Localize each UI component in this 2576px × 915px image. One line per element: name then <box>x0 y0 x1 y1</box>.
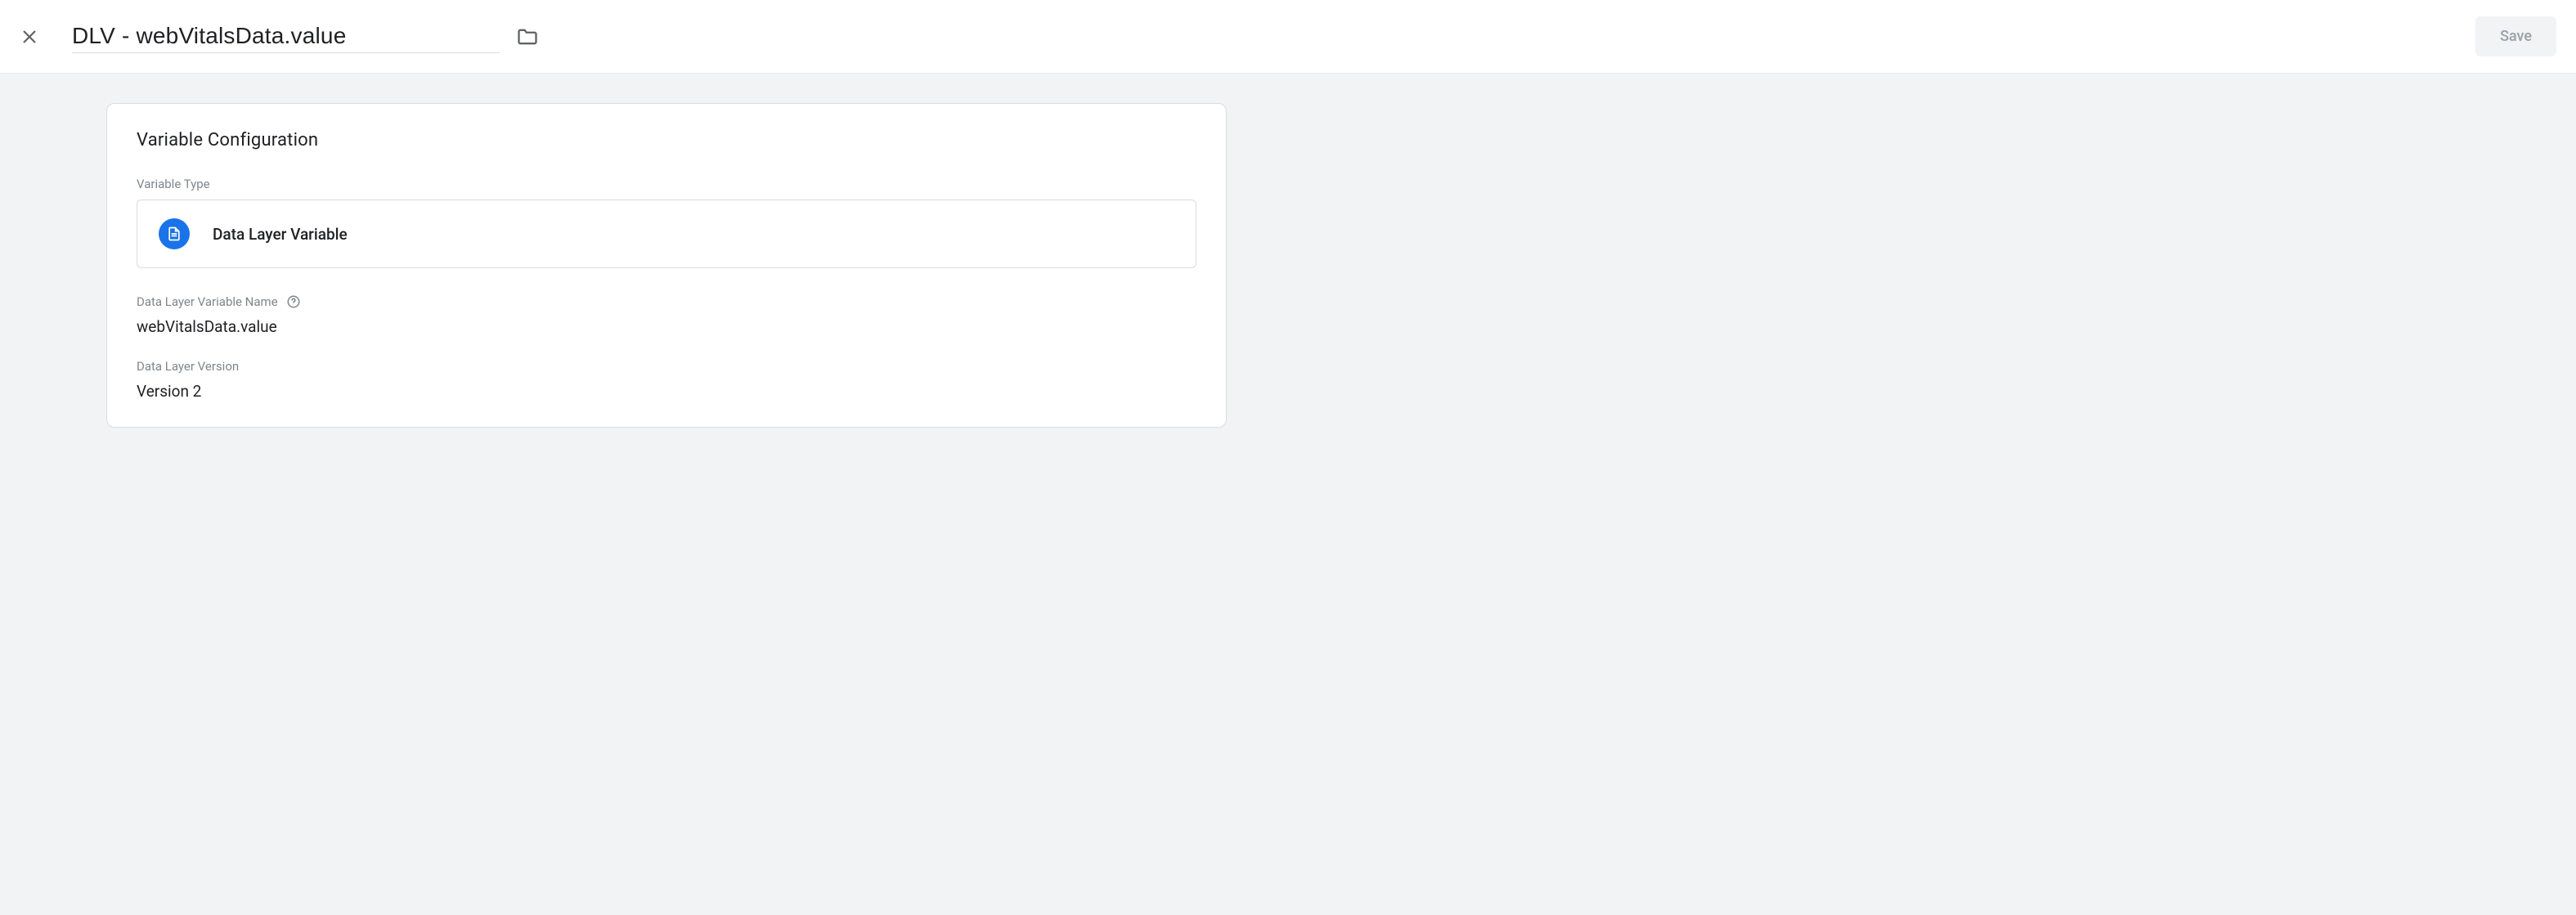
dlv-version-label: Data Layer Version <box>137 359 1196 374</box>
dlv-version-value: Version 2 <box>137 382 1196 401</box>
variable-name-input[interactable] <box>72 20 500 53</box>
folder-button[interactable] <box>516 25 539 48</box>
content-area: Variable Configuration Variable Type Dat… <box>0 74 2576 915</box>
dlv-name-value: webVitalsData.value <box>137 317 1196 336</box>
variable-configuration-card: Variable Configuration Variable Type Dat… <box>106 103 1227 428</box>
header: Save <box>0 0 2576 74</box>
card-title: Variable Configuration <box>137 130 1196 150</box>
variable-type-label: Variable Type <box>137 177 1196 191</box>
variable-type-selector[interactable]: Data Layer Variable <box>137 200 1196 268</box>
data-layer-variable-icon <box>159 218 190 249</box>
close-button[interactable] <box>20 27 39 47</box>
folder-icon <box>516 25 539 48</box>
close-icon <box>20 27 39 47</box>
save-button[interactable]: Save <box>2475 16 2556 56</box>
variable-type-name: Data Layer Variable <box>213 225 348 244</box>
help-icon[interactable] <box>286 294 301 309</box>
dlv-name-label: Data Layer Variable Name <box>137 294 1196 309</box>
